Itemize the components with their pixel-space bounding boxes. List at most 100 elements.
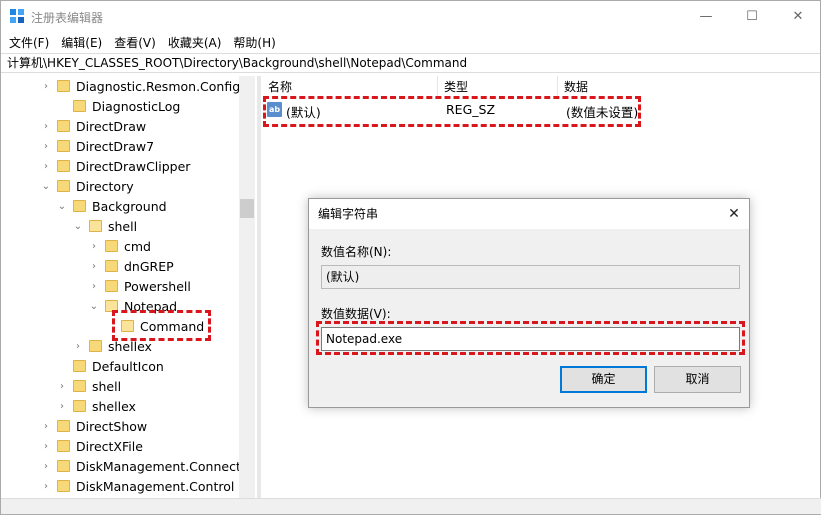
menu-help[interactable]: 帮助(H) (227, 34, 281, 51)
folder-icon (57, 120, 70, 132)
chevron-right-icon[interactable]: › (89, 261, 99, 272)
chevron-right-icon[interactable]: › (41, 461, 51, 472)
chevron-right-icon[interactable]: › (41, 121, 51, 132)
tree-item[interactable]: DefaultIcon (57, 356, 164, 376)
tree-item[interactable]: ⌄ Background (57, 196, 167, 216)
value-data-label: 数值数据(V): (321, 307, 391, 321)
chevron-right-icon[interactable]: › (57, 381, 67, 392)
chevron-right-icon[interactable]: › (89, 281, 99, 292)
chevron-right-icon[interactable]: › (57, 401, 67, 412)
folder-icon (57, 440, 70, 452)
tree-item[interactable]: › Powershell (89, 276, 191, 296)
folder-icon (57, 420, 70, 432)
chevron-down-icon[interactable]: ⌄ (57, 201, 67, 212)
tree-item-label: dnGREP (124, 258, 174, 274)
value-row-default[interactable]: ab (默认) REG_SZ (数值未设置) (262, 100, 642, 120)
regedit-icon (10, 9, 24, 23)
chevron-right-icon[interactable]: › (73, 341, 83, 352)
menu-edit[interactable]: 编辑(E) (55, 34, 108, 51)
chevron-down-icon[interactable]: ⌄ (73, 221, 83, 232)
tree-item[interactable]: ⌄ Notepad (89, 296, 177, 316)
tree-item[interactable]: › cmd (89, 236, 151, 256)
tree-item[interactable]: › shell (57, 376, 121, 396)
tree-item-label: DiagnosticLog (92, 98, 181, 114)
chevron-right-icon[interactable]: › (41, 481, 51, 492)
address-bar[interactable]: 计算机\HKEY_CLASSES_ROOT\Directory\Backgrou… (1, 53, 820, 73)
tree-item[interactable]: › DiskManagement.Connectio (41, 456, 252, 476)
tree-item-label: Diagnostic.Resmon.Config (76, 78, 241, 94)
tree-item[interactable]: › DiskManagement.Control (41, 476, 234, 496)
minimize-button[interactable]: — (683, 1, 729, 31)
folder-icon (57, 160, 70, 172)
menu-file[interactable]: 文件(F) (3, 34, 55, 51)
folder-icon (89, 340, 102, 352)
folder-icon (73, 380, 86, 392)
tree-item-label: Notepad (124, 298, 178, 314)
tree-item[interactable]: › DirectDraw (41, 116, 146, 136)
folder-icon (73, 100, 86, 112)
tree-item[interactable]: › Diagnostic.Resmon.Config (41, 76, 240, 96)
close-button[interactable]: ✕ (775, 1, 821, 31)
value-data: (数值未设置) (566, 105, 639, 120)
key-tree: › Diagnostic.Resmon.Config DiagnosticLog › D… (1, 76, 255, 498)
string-value-icon: ab (267, 102, 282, 117)
value-type: REG_SZ (446, 102, 496, 117)
tree-item[interactable]: › DirectXFile (41, 436, 143, 456)
no-expander (105, 321, 115, 331)
tree-item-label: shellex (92, 398, 136, 414)
chevron-right-icon[interactable]: › (89, 241, 99, 252)
pane-splitter[interactable] (257, 76, 261, 498)
tree-item[interactable]: Command (105, 316, 204, 336)
maximize-button[interactable]: ☐ (729, 1, 775, 31)
horizontal-scrollbar[interactable] (1, 498, 821, 514)
tree-item[interactable]: › shellex (57, 396, 136, 416)
tree-item-label: Powershell (124, 278, 191, 294)
menu-view[interactable]: 查看(V) (108, 34, 162, 51)
column-header-type[interactable]: 类型 (438, 76, 558, 98)
value-name: (默认) (286, 105, 321, 120)
tree-item[interactable]: › DirectDrawClipper (41, 156, 190, 176)
tree-item[interactable]: ⌄ Directory (41, 176, 134, 196)
folder-icon (105, 240, 118, 252)
cancel-button[interactable]: 取消 (654, 366, 741, 393)
chevron-right-icon[interactable]: › (41, 161, 51, 172)
tree-item[interactable]: DiagnosticLog (57, 96, 180, 116)
tree-item-label: shell (92, 378, 122, 394)
folder-icon (73, 360, 86, 372)
tree-item-label: cmd (124, 238, 151, 254)
no-expander (57, 101, 67, 111)
folder-icon (57, 140, 70, 152)
folder-icon (57, 460, 70, 472)
tree-item-label: Directory (76, 178, 134, 194)
dialog-title: 编辑字符串 (309, 199, 749, 229)
tree-item-label: Background (92, 198, 167, 214)
tree-vertical-scrollbar[interactable] (239, 76, 255, 498)
chevron-down-icon[interactable]: ⌄ (89, 301, 99, 312)
chevron-right-icon[interactable]: › (41, 421, 51, 432)
column-header-data[interactable]: 数据 (558, 76, 820, 98)
tree-item[interactable]: › DirectDraw7 (41, 136, 154, 156)
tree-item[interactable]: › dnGREP (89, 256, 174, 276)
tree-item[interactable]: › shellex (73, 336, 152, 356)
folder-open-icon (121, 320, 134, 332)
column-header-name[interactable]: 名称 (262, 76, 438, 98)
folder-icon (73, 200, 86, 212)
tree-item-label: shellex (108, 338, 152, 354)
chevron-down-icon[interactable]: ⌄ (41, 181, 51, 192)
folder-icon (105, 260, 118, 272)
tree-item-label: DirectShow (76, 418, 148, 434)
value-data-input[interactable]: Notepad.exe (321, 327, 740, 351)
title-bar: 注册表编辑器 — ☐ ✕ (1, 1, 820, 31)
scrollbar-thumb[interactable] (240, 199, 254, 218)
chevron-right-icon[interactable]: › (41, 441, 51, 452)
chevron-right-icon[interactable]: › (41, 81, 51, 92)
dialog-close-icon[interactable]: ✕ (719, 199, 749, 229)
tree-item-label: DirectXFile (76, 438, 143, 454)
tree-item[interactable]: › DirectShow (41, 416, 147, 436)
chevron-right-icon[interactable]: › (41, 141, 51, 152)
menu-favorites[interactable]: 收藏夹(A) (162, 34, 228, 51)
tree-item[interactable]: ⌄ shell (73, 216, 137, 236)
tree-item-label: DirectDraw (76, 118, 147, 134)
folder-icon (57, 480, 70, 492)
ok-button[interactable]: 确定 (560, 366, 647, 393)
